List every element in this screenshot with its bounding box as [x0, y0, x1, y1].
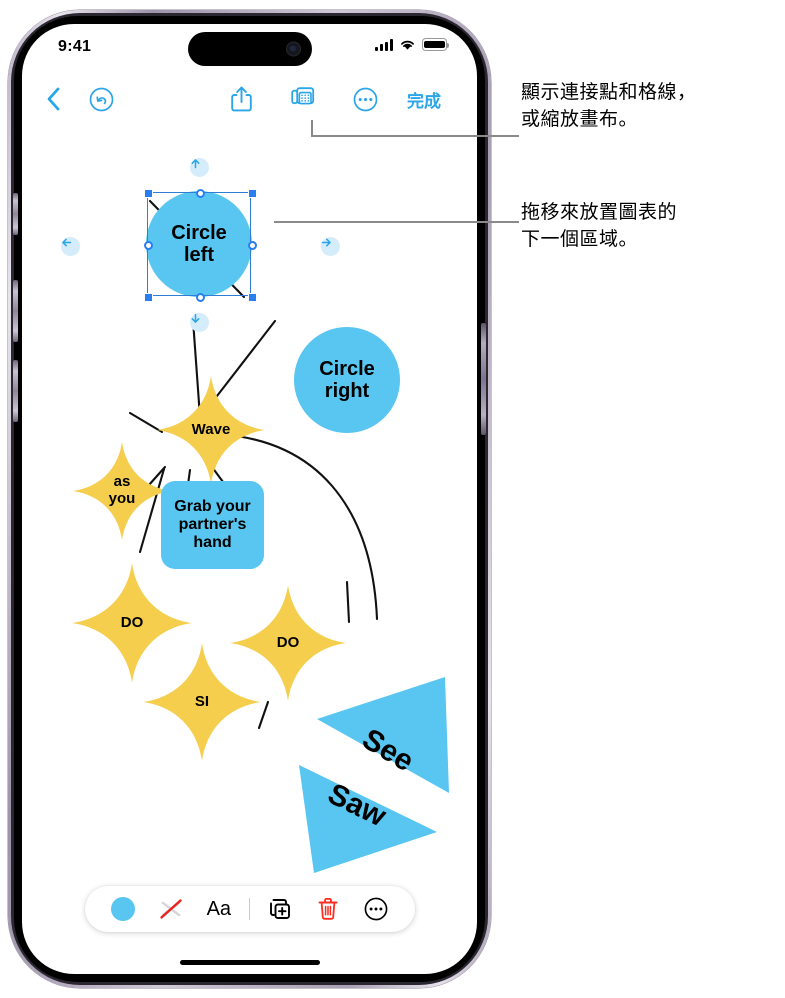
ellipsis-circle-icon	[365, 897, 388, 921]
shape-star-si[interactable]: SI	[142, 642, 262, 762]
shape-label: Circle right	[319, 357, 375, 402]
format-toolbar: Aa	[84, 886, 415, 932]
ellipsis-circle-icon	[353, 87, 377, 111]
callout-grid-line2: 或縮放畫布。	[521, 108, 639, 130]
back-button[interactable]	[36, 76, 70, 122]
volume-up-button[interactable]	[13, 280, 18, 342]
screenshot-root: 9:41 完成 See Saw Wave as you DO DO SI Gra…	[0, 0, 785, 998]
dynamic-island	[187, 32, 312, 66]
selection-frame	[143, 188, 257, 302]
status-bar: 9:41	[22, 24, 477, 74]
callout-drag-line2: 下一個區域。	[521, 228, 639, 250]
fill-color-button[interactable]	[105, 891, 141, 927]
front-camera-icon	[285, 41, 301, 57]
no-stroke-icon	[159, 899, 182, 919]
callout-drag: 拖移來放置圖表的 下一個區域。	[521, 200, 771, 254]
star-shape	[143, 643, 261, 761]
shape-rect-grab[interactable]: Grab your partner's hand	[161, 481, 264, 569]
add-shape-right-button[interactable]	[320, 236, 340, 256]
side-power-button[interactable]	[481, 323, 486, 435]
wifi-icon	[401, 40, 414, 50]
star-shape	[73, 442, 171, 540]
duplicate-shape-icon	[270, 899, 291, 919]
selection-handle-tm[interactable]	[195, 188, 205, 198]
share-button[interactable]	[224, 76, 258, 122]
home-indicator	[179, 960, 320, 965]
selection-handle-bl[interactable]	[143, 292, 153, 302]
arrow-up-icon	[191, 158, 199, 168]
arrow-right-icon	[321, 238, 331, 246]
triangle-shape	[299, 765, 437, 873]
canvas-grid-icon	[291, 87, 315, 105]
share-up-arrow-icon	[230, 86, 252, 112]
diagram-canvas[interactable]: See Saw Wave as you DO DO SI Grab your p…	[22, 122, 477, 974]
add-shape-left-button[interactable]	[60, 236, 80, 256]
canvas-options-button[interactable]	[286, 76, 320, 122]
add-shape-up-button[interactable]	[189, 157, 209, 177]
shape-label: Grab your partner's hand	[174, 498, 251, 551]
selection-handle-bm[interactable]	[195, 292, 205, 302]
selection-handle-br[interactable]	[247, 292, 257, 302]
selection-handle-tl[interactable]	[143, 188, 153, 198]
format-more-button[interactable]	[358, 891, 394, 927]
cellular-bars-icon	[375, 38, 393, 51]
shape-star-as-you[interactable]: as you	[72, 440, 172, 542]
undo-circle-icon	[89, 87, 113, 111]
callout-2-leader-horizontal	[274, 221, 519, 224]
action-button[interactable]	[13, 193, 18, 235]
status-bar-indicators	[375, 38, 450, 51]
phone-screen: 9:41 完成 See Saw Wave as you DO DO SI Gra…	[22, 24, 477, 974]
selection-handle-mr[interactable]	[247, 240, 257, 250]
delete-button[interactable]	[310, 891, 346, 927]
more-options-button[interactable]	[348, 76, 382, 122]
selection-handle-ml[interactable]	[143, 240, 153, 250]
stroke-style-button[interactable]	[153, 891, 189, 927]
shape-star-wave[interactable]: Wave	[156, 374, 266, 486]
status-bar-time: 9:41	[58, 38, 92, 55]
trash-icon	[318, 898, 338, 920]
toolbar-divider	[248, 898, 250, 920]
iphone-frame: 9:41 完成 See Saw Wave as you DO DO SI Gra…	[8, 10, 491, 988]
undo-button[interactable]	[84, 76, 118, 122]
fill-color-swatch	[110, 897, 135, 921]
arrow-down-icon	[191, 313, 199, 323]
callout-1-leader-horizontal	[311, 135, 519, 138]
star-shape	[157, 376, 265, 484]
shape-circle-right[interactable]: Circle right	[294, 327, 400, 433]
callout-grid-line1: 顯示連接點和格線，	[521, 82, 697, 103]
add-shape-down-button[interactable]	[189, 312, 209, 332]
selection-handle-tr[interactable]	[247, 188, 257, 198]
chevron-left-icon	[47, 87, 59, 111]
arrow-left-icon	[61, 238, 71, 246]
shape-triangle-saw[interactable]: Saw	[296, 747, 439, 875]
volume-down-button[interactable]	[13, 360, 18, 422]
text-format-button[interactable]: Aa	[201, 891, 237, 927]
callout-grid: 顯示連接點和格線， 或縮放畫布。	[521, 80, 771, 134]
callout-drag-line1: 拖移來放置圖表的	[521, 202, 678, 223]
duplicate-button[interactable]	[262, 891, 298, 927]
done-button[interactable]: 完成	[394, 76, 454, 122]
battery-full-icon	[422, 38, 450, 51]
app-toolbar: 完成	[22, 76, 477, 122]
